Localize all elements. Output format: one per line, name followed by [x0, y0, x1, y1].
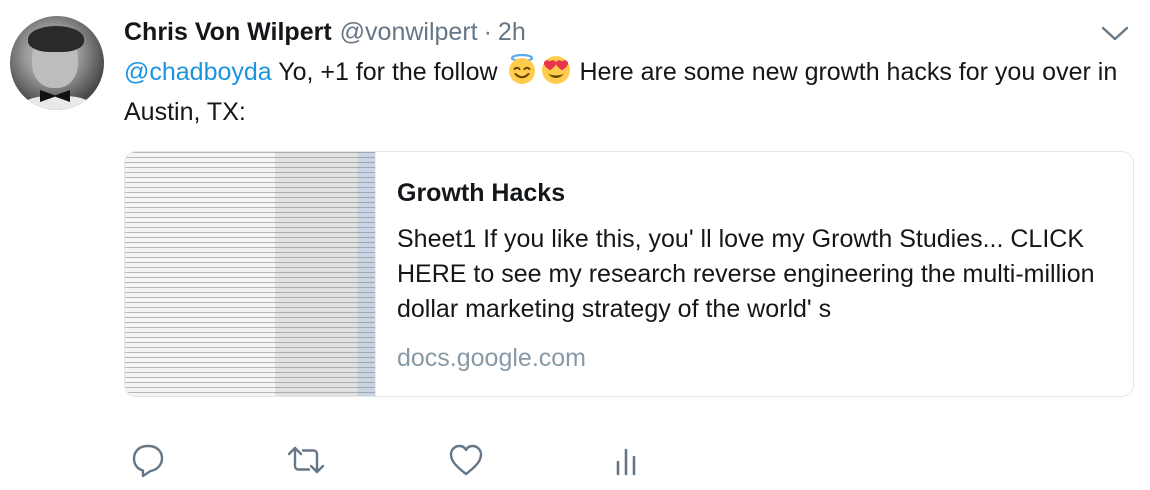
avatar-hair — [28, 26, 84, 52]
separator-dot: · — [483, 17, 492, 46]
link-card[interactable]: Growth Hacks Sheet1 If you like this, yo… — [124, 151, 1134, 397]
card-thumbnail — [125, 152, 376, 396]
retweet-icon[interactable] — [286, 440, 326, 480]
author-name[interactable]: Chris Von Wilpert — [124, 18, 332, 47]
tweet-text: @chadboyda Yo, +1 for the follow Here ar… — [124, 52, 1134, 132]
tweet-header: Chris Von Wilpert @vonwilpert · 2h — [124, 14, 526, 50]
halo-face-emoji — [505, 52, 539, 86]
chevron-down-icon[interactable] — [1098, 22, 1132, 44]
reply-icon[interactable] — [128, 440, 168, 480]
card-title: Growth Hacks — [397, 179, 566, 207]
avatar-shirt — [20, 96, 94, 110]
card-description: Sheet1 If you like this, you' ll love my… — [397, 225, 1095, 323]
heart-eyes-emoji — [539, 52, 573, 86]
heart-icon[interactable] — [446, 440, 486, 480]
card-body: Growth Hacks Sheet1 If you like this, yo… — [397, 176, 1117, 375]
card-domain: docs.google.com — [397, 344, 587, 372]
analytics-icon[interactable] — [606, 440, 646, 480]
author-handle[interactable]: @vonwilpert — [340, 18, 478, 47]
avatar[interactable] — [10, 16, 104, 110]
tweet-timestamp[interactable]: 2h — [498, 18, 526, 47]
mention-link[interactable]: @chadboyda — [124, 58, 272, 86]
tweet-actions — [124, 440, 724, 480]
tweet-text-part1: Yo, +1 for the follow — [271, 58, 505, 86]
